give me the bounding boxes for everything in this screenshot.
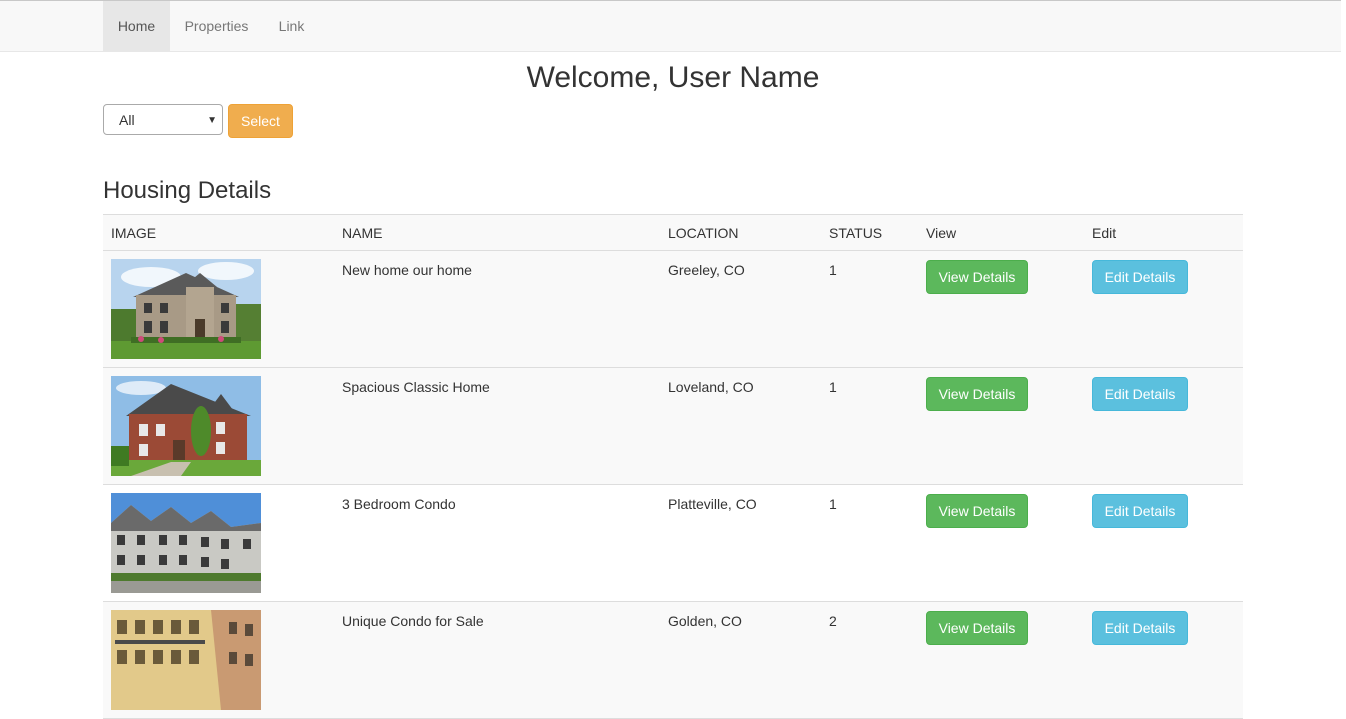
table-row: 3 Bedroom Condo Platteville, CO 1 View D… — [103, 485, 1243, 602]
property-location: Greeley, CO — [668, 262, 745, 278]
select-button[interactable]: Select — [228, 104, 293, 138]
property-name: Unique Condo for Sale — [342, 613, 484, 629]
header-location: LOCATION — [668, 225, 739, 241]
header-view: View — [926, 225, 957, 241]
nav-home[interactable]: Home — [103, 1, 170, 51]
property-location: Loveland, CO — [668, 379, 754, 395]
filter-select-value: All — [119, 112, 135, 128]
property-name: New home our home — [342, 262, 472, 278]
filter-select[interactable]: All ▼ — [103, 104, 223, 135]
property-status: 1 — [829, 496, 837, 512]
housing-table: IMAGE NAME LOCATION STATUS View Edit New… — [103, 214, 1243, 719]
property-status: 1 — [829, 379, 837, 395]
nav-properties[interactable]: Properties — [170, 1, 263, 51]
property-image — [111, 259, 261, 359]
header-image: IMAGE — [111, 225, 157, 241]
table-row: Spacious Classic Home Loveland, CO 1 Vie… — [103, 368, 1243, 485]
property-image — [111, 610, 261, 710]
property-name: 3 Bedroom Condo — [342, 496, 456, 512]
navbar: Home Properties Link — [0, 0, 1341, 52]
nav-link[interactable]: Link — [263, 1, 320, 51]
section-title: Housing Details — [103, 177, 272, 204]
property-location: Golden, CO — [668, 613, 742, 629]
property-name: Spacious Classic Home — [342, 379, 490, 395]
edit-details-button[interactable]: Edit Details — [1092, 377, 1188, 411]
page-title: Welcome, User Name — [526, 61, 820, 94]
view-details-button[interactable]: View Details — [926, 611, 1028, 645]
table-row: New home our home Greeley, CO 1 View Det… — [103, 251, 1243, 368]
property-image — [111, 376, 261, 476]
edit-details-button[interactable]: Edit Details — [1092, 260, 1188, 294]
header-name: NAME — [342, 225, 383, 241]
view-details-button[interactable]: View Details — [926, 260, 1028, 294]
property-location: Platteville, CO — [668, 496, 757, 512]
view-details-button[interactable]: View Details — [926, 377, 1028, 411]
header-status: STATUS — [829, 225, 883, 241]
view-details-button[interactable]: View Details — [926, 494, 1028, 528]
caret-down-icon: ▼ — [207, 115, 217, 126]
edit-details-button[interactable]: Edit Details — [1092, 611, 1188, 645]
property-status: 2 — [829, 613, 837, 629]
property-status: 1 — [829, 262, 837, 278]
property-image — [111, 493, 261, 593]
table-row: Unique Condo for Sale Golden, CO 2 View … — [103, 602, 1243, 719]
header-edit: Edit — [1092, 225, 1117, 241]
edit-details-button[interactable]: Edit Details — [1092, 494, 1188, 528]
table-header: IMAGE NAME LOCATION STATUS View Edit — [103, 214, 1243, 251]
